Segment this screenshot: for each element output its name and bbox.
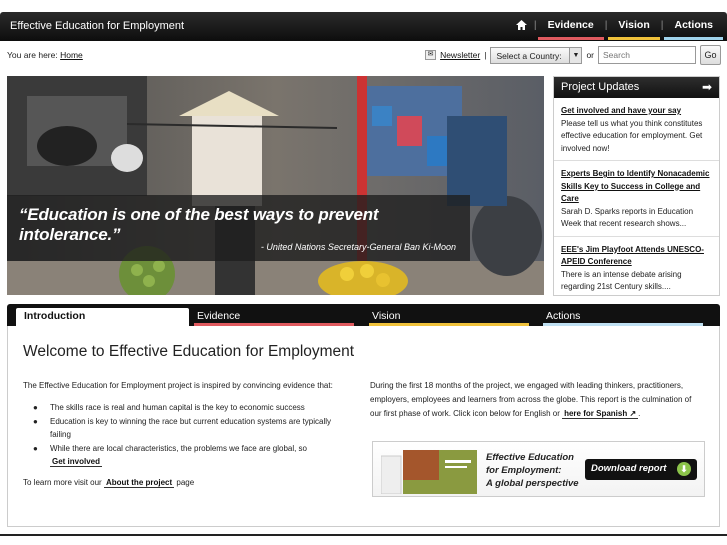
update-title-link[interactable]: EEE's Jim Playfoot Attends UNESCO-APEID …	[561, 244, 712, 269]
about-project-link[interactable]: About the project	[103, 478, 175, 488]
utility-bar: You are here: Home ✉ Newsletter | Select…	[0, 44, 727, 66]
newsletter-icon[interactable]: ✉	[425, 50, 437, 60]
intro-right-column: During the first 18 months of the projec…	[370, 381, 692, 419]
get-involved-link[interactable]: Get involved	[50, 457, 103, 467]
footer-divider	[0, 534, 727, 536]
intro-left-column: The Effective Education for Employment p…	[23, 379, 348, 489]
nav-evidence[interactable]: Evidence	[537, 19, 604, 40]
list-item: ● While there are local characteristics, …	[33, 444, 308, 467]
page-title: Welcome to Effective Education for Emplo…	[23, 343, 355, 360]
site-brand[interactable]: Effective Education for Employment	[10, 20, 184, 32]
update-item: Get involved and have your say Please te…	[554, 98, 719, 161]
country-select[interactable]: Select a Country: ▼	[490, 46, 583, 64]
arrow-right-icon[interactable]: ➡	[702, 80, 712, 94]
go-button[interactable]: Go	[700, 45, 721, 65]
download-report-button[interactable]: Download report ⬇	[585, 459, 697, 480]
project-updates-panel: Project Updates ➡ Get involved and have …	[553, 76, 720, 296]
search-input[interactable]	[598, 46, 696, 64]
hero-photo	[7, 76, 544, 295]
quote-text: “Education is one of the best ways to pr…	[19, 205, 379, 244]
download-icon: ⬇	[677, 462, 691, 476]
hero-banner: “Education is one of the best ways to pr…	[7, 76, 544, 295]
project-updates-header[interactable]: Project Updates ➡	[554, 77, 719, 98]
nav-vision[interactable]: Vision	[608, 19, 660, 40]
top-nav-bar: Effective Education for Employment | Evi…	[0, 12, 727, 41]
nav-actions[interactable]: Actions	[664, 19, 723, 40]
list-item: ● The skills race is real and human capit…	[33, 403, 305, 412]
update-item: EEE's Jim Playfoot Attends UNESCO-APEID …	[554, 237, 719, 296]
update-title-link[interactable]: Get involved and have your say	[561, 105, 712, 118]
main-nav: | Evidence | Vision | Actions	[515, 19, 723, 40]
update-title-link[interactable]: Experts Begin to Identify Nonacademic Sk…	[561, 168, 712, 206]
content-tabs: Introduction Evidence Vision Actions	[7, 304, 720, 326]
quote-attribution: - United Nations Secretary-General Ban K…	[260, 242, 456, 252]
tab-evidence[interactable]: Evidence	[194, 308, 354, 326]
report-title: Effective Education for Employment: A glob…	[486, 452, 579, 489]
home-icon[interactable]	[515, 20, 527, 30]
external-link-icon: ↗	[629, 409, 637, 418]
list-item: ● Education is key to winning the race bu…	[33, 417, 332, 439]
report-cover-image	[381, 450, 477, 494]
tab-vision[interactable]: Vision	[369, 308, 529, 326]
evidence-list: ● The skills race is real and human capit…	[23, 401, 348, 468]
newsletter-link[interactable]: Newsletter	[440, 50, 480, 60]
chevron-down-icon: ▼	[569, 47, 582, 63]
tab-introduction[interactable]: Introduction	[16, 308, 189, 326]
introduction-panel: Welcome to Effective Education for Emplo…	[7, 326, 720, 527]
tab-actions[interactable]: Actions	[543, 308, 703, 326]
hero-quote: “Education is one of the best ways to pr…	[7, 195, 470, 261]
breadcrumb-home-link[interactable]: Home	[60, 50, 83, 60]
update-item: Experts Begin to Identify Nonacademic Sk…	[554, 161, 719, 237]
report-download-box[interactable]: Effective Education for Employment: A glob…	[372, 441, 705, 497]
breadcrumb: You are here: Home	[7, 50, 83, 60]
spanish-link[interactable]: here for Spanish ↗	[562, 409, 639, 419]
